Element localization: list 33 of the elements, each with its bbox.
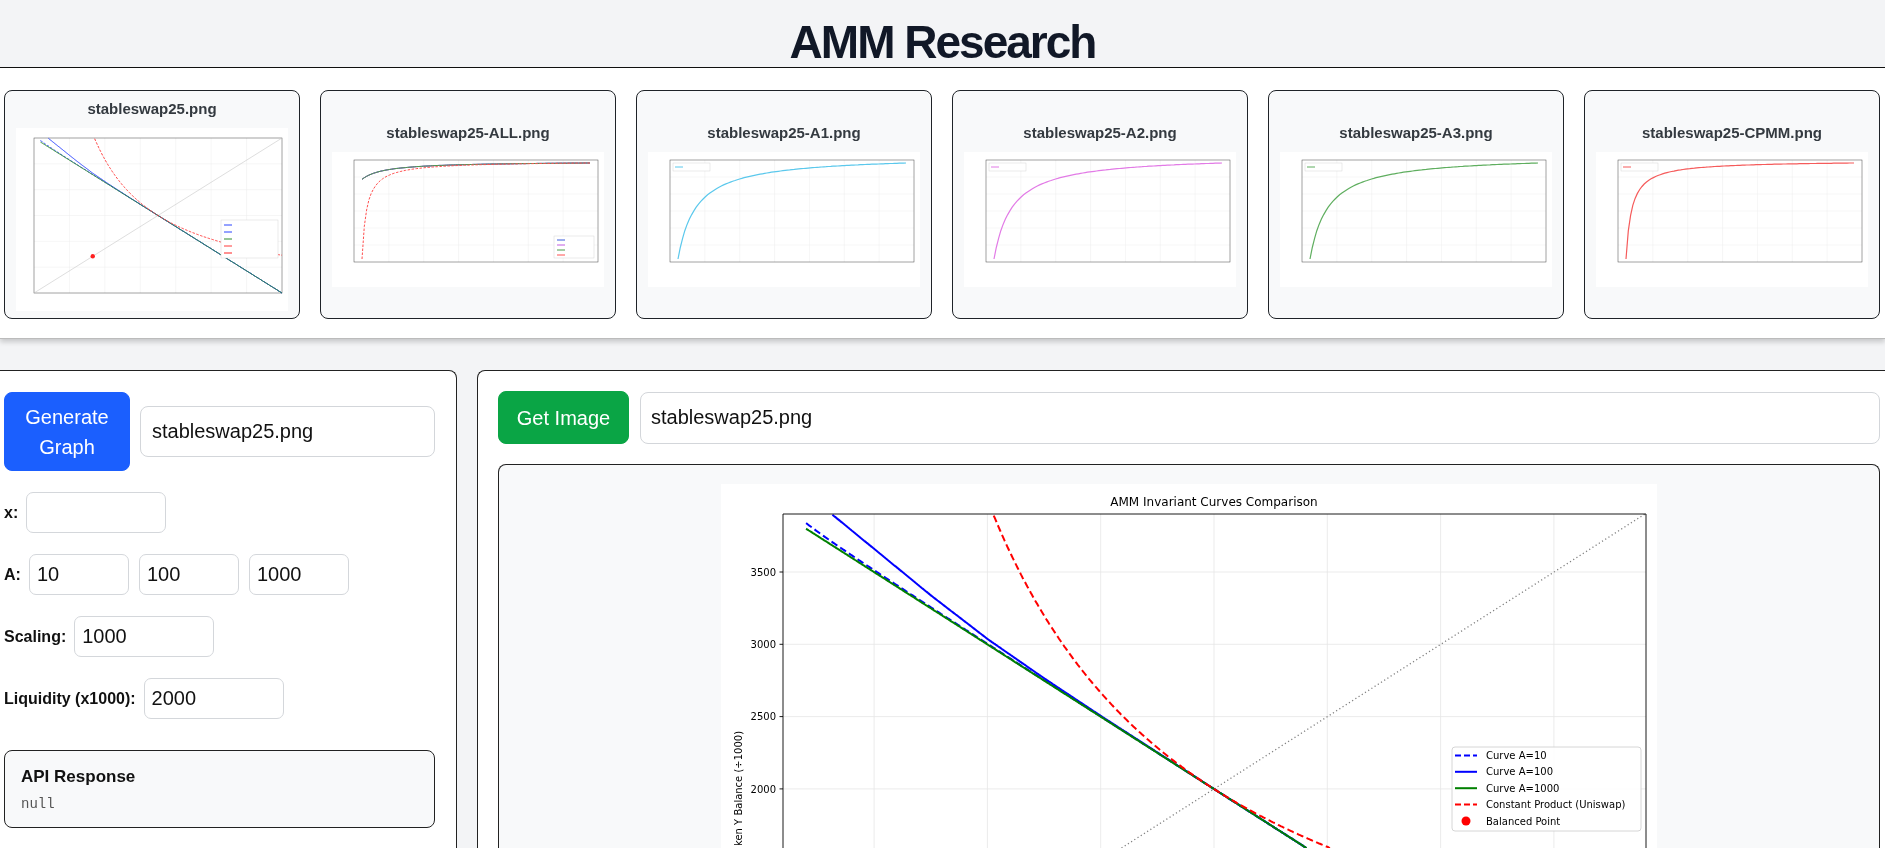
field-label: x: bbox=[4, 502, 19, 523]
thumbnail-title: stableswap25-ALL.png bbox=[386, 122, 550, 143]
y-tick-label: 3500 bbox=[750, 566, 776, 578]
y-tick-label: 3000 bbox=[750, 638, 776, 650]
y-tick-label: 2000 bbox=[750, 783, 776, 795]
legend-label: Curve A=10 bbox=[1486, 750, 1547, 761]
api-response-text: null bbox=[21, 795, 56, 813]
field-label: Scaling: bbox=[4, 626, 67, 647]
thumbnail-title: stableswap25-CPMM.png bbox=[1642, 122, 1822, 143]
chart-title: AMM Invariant Curves Comparison bbox=[1110, 495, 1318, 509]
field-label: Liquidity (x1000): bbox=[4, 688, 136, 709]
thumbnail-title: stableswap25.png bbox=[87, 98, 217, 119]
parameter-input[interactable] bbox=[26, 492, 167, 533]
filename-input[interactable]: stableswap25.png bbox=[140, 406, 435, 457]
api-response-title: API Response bbox=[21, 766, 137, 788]
parameter-input[interactable]: 1000 bbox=[74, 616, 215, 657]
parameter-input[interactable]: 2000 bbox=[143, 678, 284, 719]
legend-label: Curve A=100 bbox=[1486, 766, 1553, 778]
generate-graph-button[interactable]: Generate Graph bbox=[4, 392, 130, 471]
parameter-input[interactable]: 10 bbox=[28, 554, 129, 595]
thumbnail-title: stableswap25-A2.png bbox=[1023, 122, 1177, 143]
page-title: AMM Research bbox=[789, 18, 1096, 65]
thumbnail-title: stableswap25-A1.png bbox=[707, 122, 861, 143]
legend-label: Balanced Point bbox=[1486, 815, 1561, 827]
image-filename-input[interactable]: stableswap25.png bbox=[640, 391, 1880, 444]
y-axis-label: ken Y Balance (÷1000) bbox=[733, 730, 744, 846]
parameter-input[interactable]: 100 bbox=[138, 554, 239, 595]
legend-label: Constant Product (Uniswap) bbox=[1486, 799, 1626, 811]
parameter-input[interactable]: 1000 bbox=[248, 554, 349, 595]
field-label: A: bbox=[4, 564, 21, 585]
thumbnail-title: stableswap25-A3.png bbox=[1339, 122, 1493, 143]
legend-label: Curve A=1000 bbox=[1486, 782, 1560, 794]
y-tick-label: 2500 bbox=[750, 711, 776, 723]
